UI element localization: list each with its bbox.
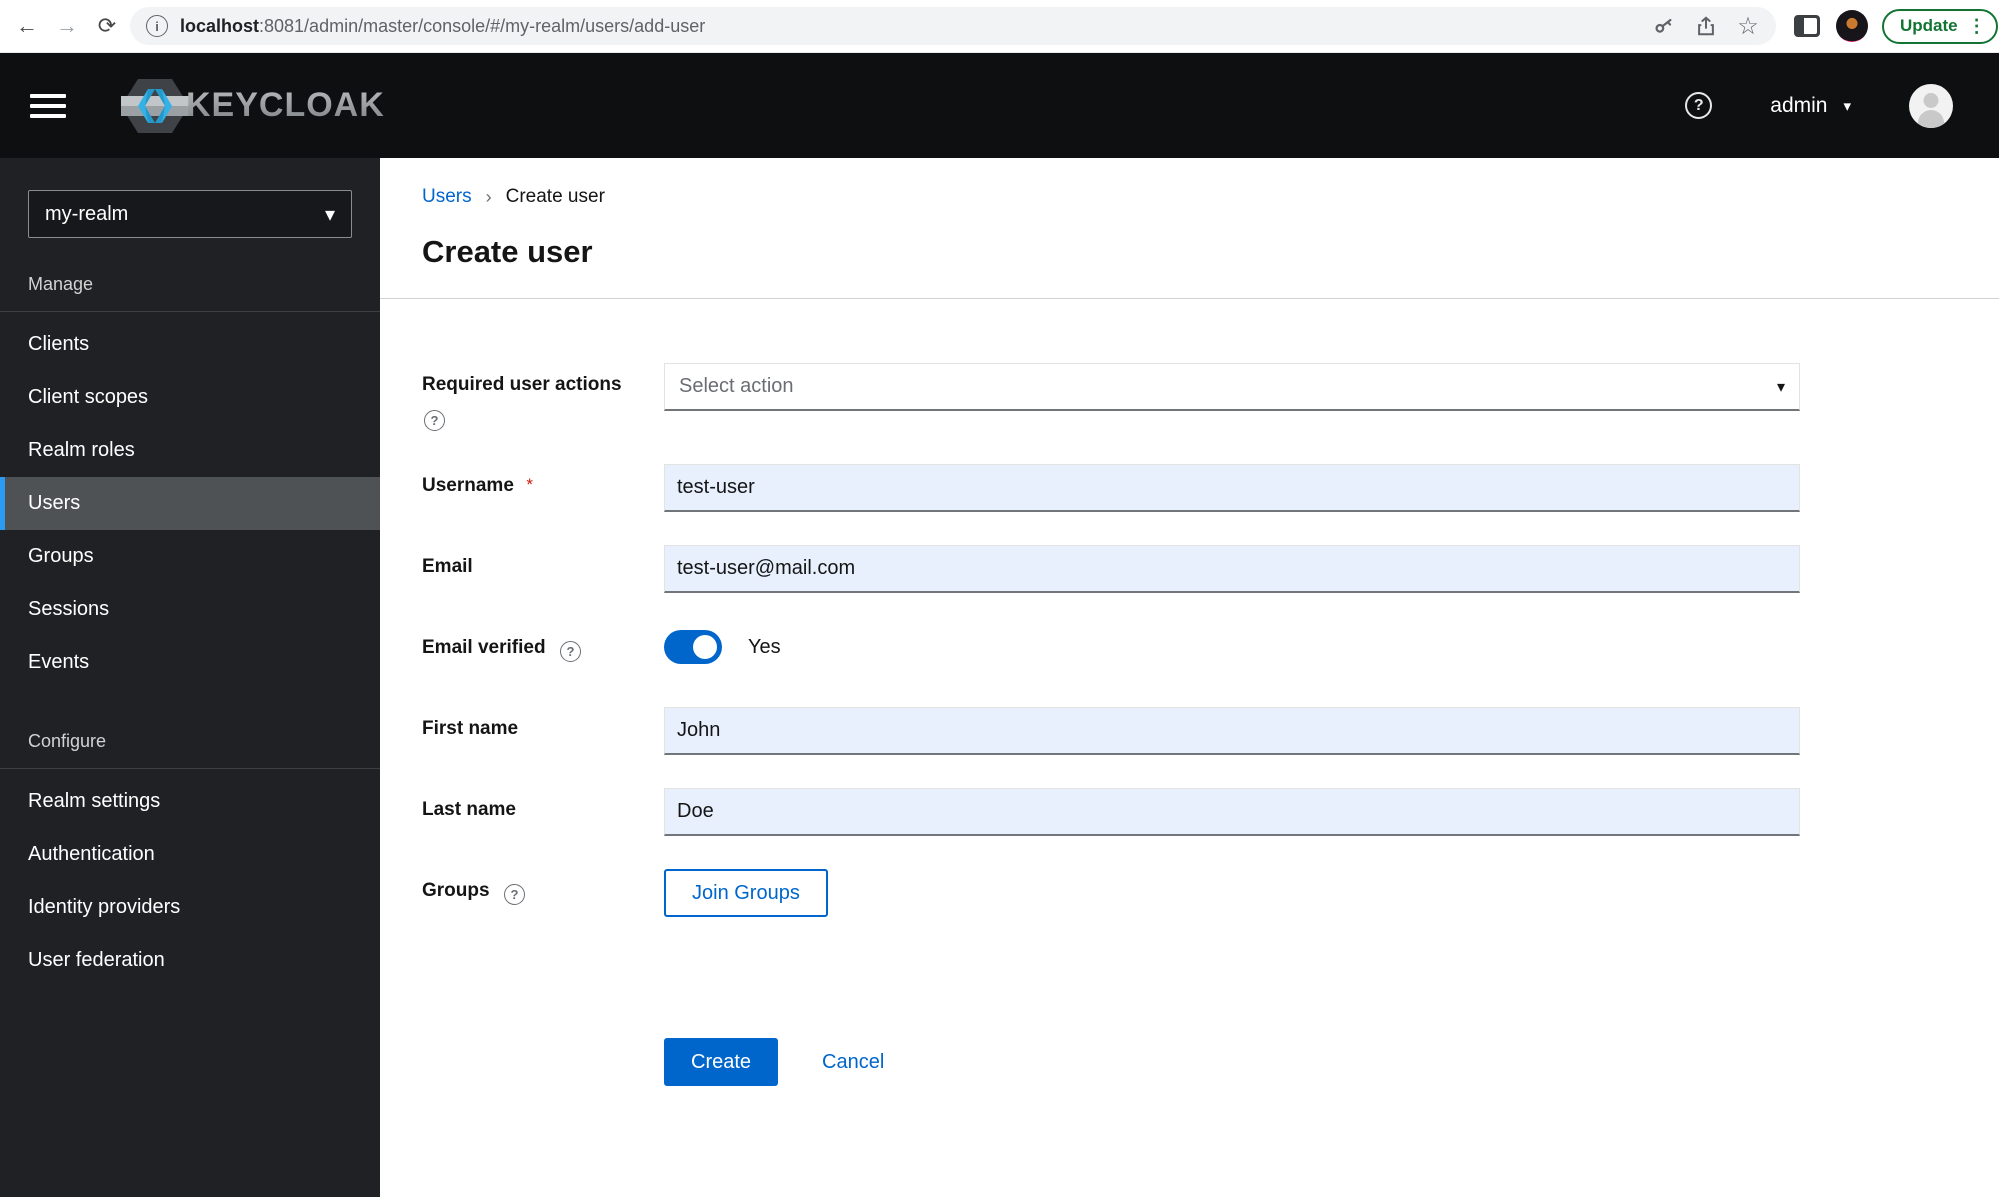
chevron-down-icon: ▾	[1843, 97, 1851, 115]
first-name-label: First name	[422, 718, 519, 739]
required-asterisk: *	[526, 475, 533, 494]
help-icon[interactable]: ?	[424, 410, 445, 431]
last-name-label: Last name	[422, 799, 516, 820]
form-actions-row: Create Cancel	[412, 950, 1999, 1086]
username-field[interactable]	[664, 464, 1800, 512]
chevron-down-icon: ▾	[1776, 378, 1785, 396]
sidebar-item-identity-providers[interactable]: Identity providers	[0, 881, 380, 934]
username-row: Username *	[412, 464, 1999, 512]
toggle-state-label: Yes	[748, 635, 781, 658]
sidebar-item-realm-settings[interactable]: Realm settings	[0, 775, 380, 828]
email-verified-row: Email verified ? Yes	[412, 626, 1999, 674]
email-verified-toggle[interactable]	[664, 630, 722, 664]
page-info-icon[interactable]: i	[146, 15, 168, 37]
join-groups-button[interactable]: Join Groups	[664, 869, 828, 917]
forward-icon[interactable]: →	[50, 9, 84, 43]
keycloak-masthead: KEYCLOAK ? admin ▾	[0, 53, 1999, 158]
brand-wordmark: KEYCLOAK	[186, 86, 385, 124]
email-label: Email	[422, 556, 473, 577]
url-text[interactable]: localhost:8081/admin/master/console/#/my…	[180, 16, 1640, 37]
admin-username: admin	[1770, 93, 1828, 117]
breadcrumb-current: Create user	[505, 186, 605, 207]
create-user-form: Required user actions ? Select action ▾ …	[412, 363, 1999, 1086]
groups-row: Groups ? Join Groups	[412, 869, 1999, 917]
help-icon[interactable]: ?	[560, 641, 582, 662]
sidebar-nav: my-realm ▾ Manage Clients Client scopes …	[0, 158, 380, 1197]
browser-toolbar: ← → ⟳ i localhost:8081/admin/master/cons…	[0, 0, 1999, 53]
back-icon[interactable]: ←	[10, 9, 44, 43]
breadcrumb: Users › Create user	[412, 158, 1999, 208]
first-name-field[interactable]	[664, 707, 1800, 755]
sidebar-item-authentication[interactable]: Authentication	[0, 828, 380, 881]
reload-icon[interactable]: ⟳	[90, 9, 124, 43]
realm-selector[interactable]: my-realm ▾	[28, 190, 352, 238]
hamburger-menu-icon[interactable]	[30, 93, 66, 118]
page-title: Create user	[422, 234, 593, 269]
divider	[0, 768, 380, 769]
divider	[380, 298, 1999, 299]
groups-label: Groups	[422, 880, 490, 901]
sidebar-item-realm-roles[interactable]: Realm roles	[0, 424, 380, 477]
update-label: Update	[1900, 16, 1958, 35]
admin-user-menu[interactable]: admin ▾	[1770, 94, 1851, 118]
nav-group-configure: Configure	[28, 731, 107, 751]
required-actions-select[interactable]: Select action ▾	[664, 363, 1800, 411]
url-path: :8081/admin/master/console/#/my-realm/us…	[259, 15, 706, 36]
email-field[interactable]	[664, 545, 1800, 593]
breadcrumb-separator: ›	[485, 186, 492, 207]
select-placeholder: Select action	[679, 375, 794, 397]
password-key-icon[interactable]	[1652, 14, 1676, 38]
required-actions-label: Required user actions	[422, 374, 622, 395]
username-label: Username	[422, 475, 514, 496]
last-name-field[interactable]	[664, 788, 1800, 836]
side-panel-icon[interactable]	[1794, 15, 1820, 37]
email-row: Email	[412, 545, 1999, 593]
sidebar-item-user-federation[interactable]: User federation	[0, 934, 380, 987]
address-bar[interactable]: i localhost:8081/admin/master/console/#/…	[130, 7, 1776, 45]
user-avatar[interactable]	[1909, 83, 1953, 128]
realm-name: my-realm	[45, 202, 129, 225]
help-icon[interactable]: ?	[1685, 92, 1713, 119]
sidebar-item-clients[interactable]: Clients	[0, 318, 380, 371]
keycloak-logo[interactable]: KEYCLOAK	[118, 75, 385, 137]
browser-profile-avatar[interactable]	[1836, 10, 1868, 42]
email-verified-label: Email verified	[422, 637, 546, 658]
main-content: Users › Create user Create user Required…	[380, 158, 1999, 1197]
sidebar-item-client-scopes[interactable]: Client scopes	[0, 371, 380, 424]
last-name-row: Last name	[412, 788, 1999, 836]
sidebar-item-groups[interactable]: Groups	[0, 530, 380, 583]
sidebar-item-users[interactable]: Users	[0, 477, 380, 530]
browser-menu-dots-icon[interactable]: ⋮	[1968, 16, 1986, 37]
toggle-knob	[693, 635, 717, 659]
url-host: localhost	[180, 15, 260, 36]
chevron-down-icon: ▾	[324, 203, 335, 226]
required-actions-row: Required user actions ? Select action ▾	[412, 363, 1999, 431]
sidebar-item-sessions[interactable]: Sessions	[0, 583, 380, 636]
sidebar-item-events[interactable]: Events	[0, 636, 380, 689]
browser-update-button[interactable]: Update ⋮	[1882, 8, 1998, 44]
divider	[0, 311, 380, 312]
breadcrumb-users-link[interactable]: Users	[422, 186, 472, 208]
cancel-link[interactable]: Cancel	[822, 1051, 884, 1074]
create-button[interactable]: Create	[664, 1038, 779, 1086]
share-icon[interactable]	[1694, 14, 1718, 38]
help-icon[interactable]: ?	[504, 884, 526, 905]
keycloak-logo-icon	[121, 78, 192, 133]
nav-group-manage: Manage	[28, 274, 94, 294]
first-name-row: First name	[412, 707, 1999, 755]
bookmark-star-icon[interactable]: ☆	[1736, 13, 1760, 40]
